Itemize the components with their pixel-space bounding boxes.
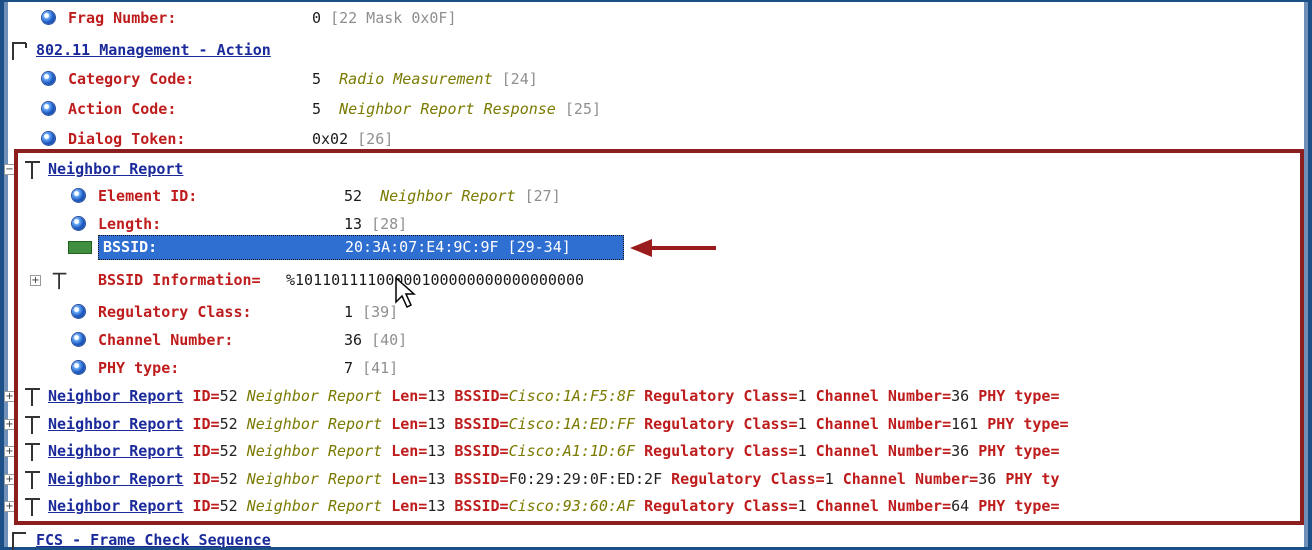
field-label: Category Code:	[68, 70, 195, 88]
field-ref: [26]	[357, 130, 394, 148]
field-ref: [25]	[564, 100, 601, 118]
node-label: 802.11 Management - Action	[36, 41, 271, 59]
node-label: FCS - Frame Check Sequence	[36, 531, 271, 549]
field-value: 0	[312, 9, 322, 27]
field-icon	[42, 132, 55, 145]
field-value: 5	[312, 100, 322, 118]
field-dialog-token[interactable]: Dialog Token: 0x02 [26]	[0, 125, 1312, 149]
field-icon	[42, 72, 55, 85]
field-icon	[42, 102, 55, 115]
field-category-code[interactable]: Category Code: 5 Radio Measurement [24]	[0, 65, 1312, 93]
field-ref: [22 Mask 0x0F]	[330, 9, 457, 27]
field-value: 5	[312, 70, 322, 88]
field-label: Action Code:	[68, 100, 177, 118]
annotation-highlight-box	[14, 149, 1304, 525]
field-frag-number[interactable]: Frag Number: 0 [22 Mask 0x0F]	[0, 4, 1312, 32]
tree-node-802-11-management[interactable]: 802.11 Management - Action	[0, 36, 1312, 64]
field-description: Neighbor Report Response	[339, 100, 556, 118]
field-ref: [24]	[501, 70, 538, 88]
field-value: 0x02	[312, 130, 349, 148]
branch-icon	[12, 42, 27, 60]
field-label: Dialog Token:	[68, 130, 186, 148]
field-description: Radio Measurement	[339, 70, 493, 88]
field-label: Frag Number:	[68, 9, 177, 27]
field-action-code[interactable]: Action Code: 5 Neighbor Report Response …	[0, 95, 1312, 123]
field-icon	[42, 11, 55, 24]
branch-icon	[12, 532, 26, 550]
tree-node-fcs[interactable]: FCS - Frame Check Sequence	[0, 526, 1312, 550]
